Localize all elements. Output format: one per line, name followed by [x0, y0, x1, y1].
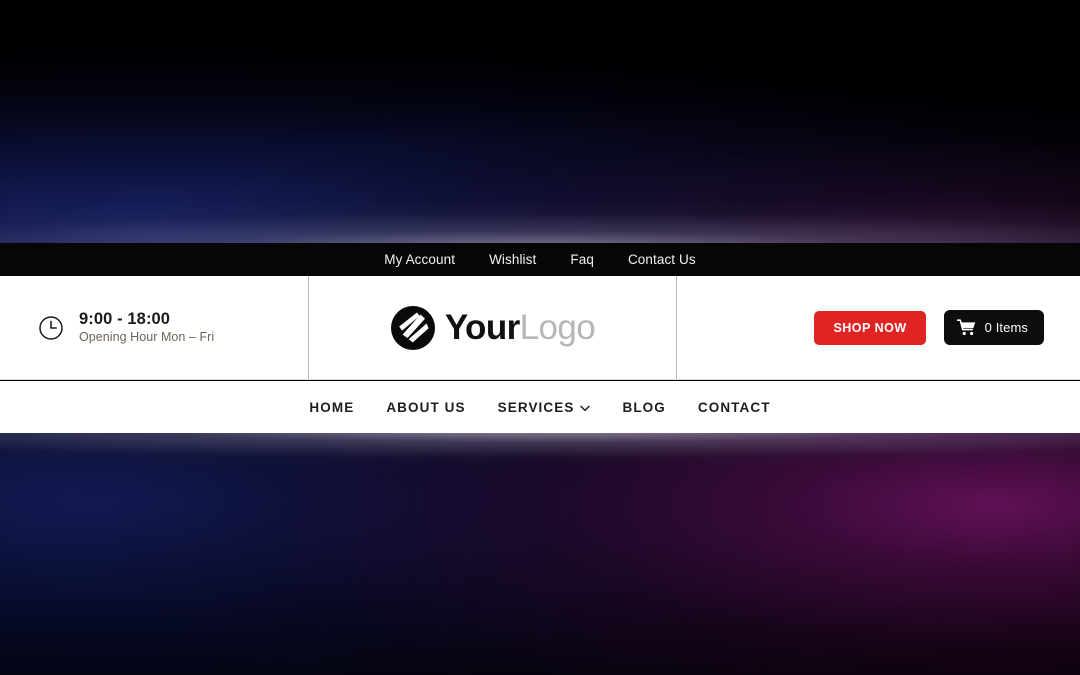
nav-item-home-label: HOME [309, 399, 355, 415]
top-utility-bar: My Account Wishlist Faq Contact Us [0, 243, 1080, 276]
logo-text-logo: Logo [519, 308, 596, 347]
hero-background-bottom [0, 433, 1080, 675]
nav-item-services[interactable]: SERVICES [498, 400, 591, 415]
topbar-link-faq[interactable]: Faq [570, 252, 594, 267]
logo-wordmark: YourLogo [444, 308, 596, 347]
clock-icon [39, 315, 63, 340]
nav-item-home[interactable]: HOME [309, 400, 354, 415]
nav-item-blog[interactable]: BLOG [622, 400, 665, 415]
topbar-link-list: My Account Wishlist Faq Contact Us [384, 252, 695, 267]
main-header: 9:00 - 18:00 Opening Hour Mon – Fri Your… [0, 276, 1080, 380]
site-logo[interactable]: YourLogo [390, 305, 596, 351]
topbar-link-wishlist[interactable]: Wishlist [489, 252, 536, 267]
nav-item-services-label: SERVICES [497, 399, 575, 415]
topbar-link-my-account[interactable]: My Account [384, 252, 455, 267]
cart-button[interactable]: 0 Items [943, 310, 1044, 345]
opening-hours-caption: Opening Hour Mon – Fri [79, 330, 215, 345]
cart-item-count: 0 Items [984, 320, 1028, 335]
shopping-cart-icon [956, 319, 975, 336]
header-actions: SHOP NOW 0 Items [677, 276, 1080, 379]
logo-block[interactable]: YourLogo [309, 276, 677, 379]
nav-item-contact-label: CONTACT [697, 399, 771, 415]
opening-hours-time: 9:00 - 18:00 [79, 310, 171, 329]
nav-item-list: HOME ABOUT US SERVICES BLOG CONTACT [309, 400, 770, 415]
topbar-link-contact-us[interactable]: Contact Us [628, 252, 696, 267]
logo-swoosh-icon [390, 305, 435, 350]
nav-item-about-us-label: ABOUT US [386, 399, 466, 415]
hero-background-top [0, 0, 1080, 245]
nav-item-about-us[interactable]: ABOUT US [386, 400, 465, 415]
bg-gradient-vignette [0, 0, 1080, 245]
nav-item-blog-label: BLOG [622, 399, 666, 415]
chevron-down-icon [580, 405, 591, 411]
opening-hours-block: 9:00 - 18:00 Opening Hour Mon – Fri [0, 276, 309, 379]
page-root: My Account Wishlist Faq Contact Us 9:00 … [0, 0, 1080, 675]
logo-text-your: Your [444, 308, 520, 347]
opening-hours-text: 9:00 - 18:00 Opening Hour Mon – Fri [79, 310, 214, 345]
shop-now-button[interactable]: SHOP NOW [814, 310, 926, 345]
bg-gradient-haze-lower [0, 433, 1080, 675]
primary-navigation: HOME ABOUT US SERVICES BLOG CONTACT [0, 381, 1080, 433]
nav-item-contact[interactable]: CONTACT [698, 400, 771, 415]
